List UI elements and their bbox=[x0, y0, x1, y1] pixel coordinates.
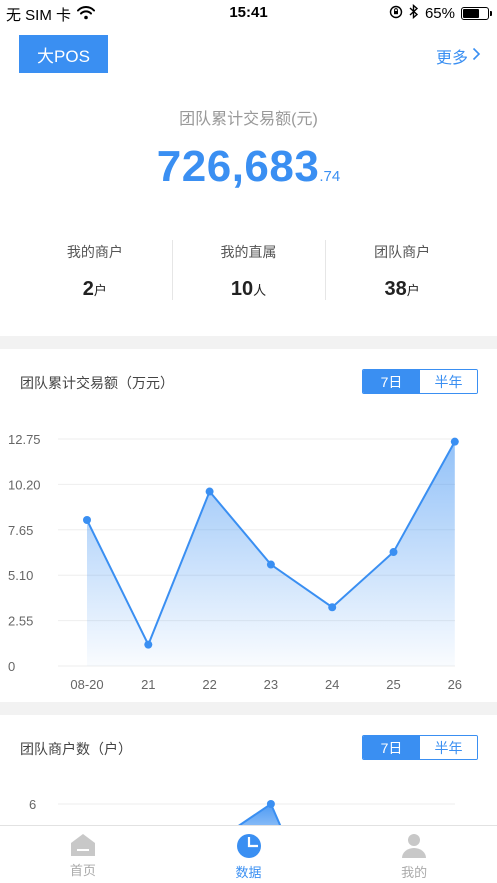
stat-label: 我的商户 bbox=[66, 244, 123, 260]
y-tick-label: 10.20 bbox=[8, 477, 41, 492]
stat-label: 我的直属 bbox=[220, 244, 277, 260]
y-tick-label: 6 bbox=[29, 797, 36, 812]
data-point bbox=[205, 487, 214, 496]
x-tick-label: 21 bbox=[141, 677, 155, 692]
data-point bbox=[266, 560, 275, 569]
tab-label: 数据 bbox=[235, 865, 262, 880]
stat-team-merchants[interactable]: 团队商户 38户 bbox=[325, 238, 479, 302]
stat-unit: 户 bbox=[93, 283, 107, 298]
bluetooth-icon bbox=[409, 3, 419, 23]
home-icon bbox=[70, 834, 95, 856]
stat-unit: 人 bbox=[253, 283, 267, 298]
tab-profile[interactable]: 我的 bbox=[331, 826, 497, 883]
y-tick-label: 2.55 bbox=[8, 614, 33, 629]
battery-percent: 65% bbox=[424, 5, 455, 22]
stat-number: 10 bbox=[230, 278, 254, 300]
stat-number: 38 bbox=[384, 278, 407, 300]
data-point bbox=[389, 548, 398, 557]
x-tick-label: 26 bbox=[448, 677, 462, 692]
tab-label: 首页 bbox=[69, 863, 96, 878]
data-point bbox=[266, 800, 275, 808]
status-bar: 无 SIM 卡 15:41 65% bbox=[0, 0, 497, 26]
x-tick-label: 25 bbox=[386, 677, 400, 692]
product-tag-button[interactable]: 大POS bbox=[19, 35, 108, 73]
more-label: 更多 bbox=[435, 50, 468, 67]
amount-decimal: .74 bbox=[319, 168, 341, 185]
stat-unit: 户 bbox=[406, 283, 420, 298]
chevron-right-icon bbox=[472, 47, 481, 66]
data-point bbox=[144, 640, 153, 649]
orientation-lock-icon bbox=[389, 5, 403, 23]
amount-integer: 726,683 bbox=[156, 142, 320, 191]
stat-my-direct[interactable]: 我的直属 10人 bbox=[171, 238, 326, 302]
stats-row: 我的商户 2户 我的直属 10人 团队商户 38户 bbox=[18, 238, 479, 302]
transaction-chart-card: 团队累计交易额（万元） 7日 半年 0 2.55 5.10 7.65 10.20 12.7… bbox=[0, 349, 497, 702]
data-point bbox=[328, 603, 337, 612]
x-tick-label: 22 bbox=[202, 677, 216, 692]
pie-chart-icon bbox=[236, 834, 261, 858]
status-right: 65% bbox=[389, 3, 492, 23]
merchant-chart: 6 bbox=[29, 797, 455, 825]
y-tick-label: 7.65 bbox=[8, 523, 33, 538]
battery-icon bbox=[461, 7, 492, 20]
x-tick-label: 08-20 bbox=[70, 677, 103, 692]
x-tick-label: 23 bbox=[264, 677, 278, 692]
stat-value: 2户 bbox=[18, 278, 172, 301]
x-tick-label: 24 bbox=[325, 677, 339, 692]
stat-label: 团队商户 bbox=[374, 244, 431, 260]
stat-value: 10人 bbox=[172, 278, 326, 301]
stat-value: 38户 bbox=[325, 278, 479, 301]
merchant-chart-card: 团队商户数（户） 7日 半年 6 bbox=[0, 715, 497, 825]
more-link[interactable]: 更多 bbox=[436, 44, 481, 68]
transaction-chart: 0 2.55 5.10 7.65 10.20 12.75 08-20 21 22 23 24 25 26 bbox=[8, 432, 462, 692]
user-icon bbox=[402, 834, 427, 858]
y-tick-label: 0 bbox=[8, 659, 15, 674]
battery-fill bbox=[463, 9, 479, 18]
summary-title: 团队累计交易额(元) bbox=[179, 111, 318, 128]
tab-data[interactable]: 数据 bbox=[166, 826, 332, 883]
y-tick-label: 5.10 bbox=[8, 568, 33, 583]
tab-label: 我的 bbox=[401, 865, 428, 880]
data-point bbox=[83, 516, 91, 525]
y-tick-label: 12.75 bbox=[8, 432, 41, 447]
summary-panel: 大POS 更多 团队累计交易额(元) 726,683.74 我的商户 2户 我的… bbox=[0, 26, 497, 336]
data-point bbox=[450, 437, 459, 446]
stat-number: 2 bbox=[82, 278, 94, 300]
summary-amount: 726,683.74 bbox=[0, 142, 497, 192]
tab-bar: 首页 数据 我的 bbox=[0, 825, 497, 883]
tab-home[interactable]: 首页 bbox=[0, 826, 166, 883]
stat-my-merchants[interactable]: 我的商户 2户 bbox=[18, 238, 172, 302]
